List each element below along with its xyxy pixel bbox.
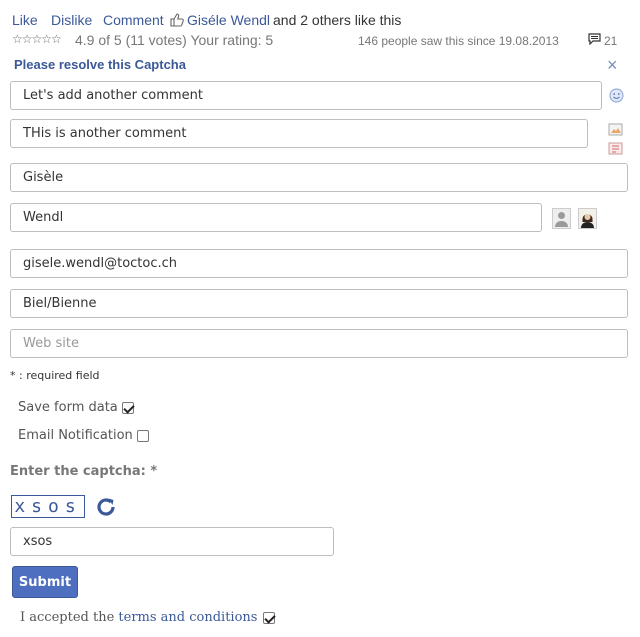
- captcha-answer-field[interactable]: xsos: [10, 527, 334, 556]
- thumbs-up-icon: [169, 12, 185, 28]
- smiley-icon[interactable]: [609, 88, 624, 103]
- comment-input-1-value: Let's add another comment: [23, 88, 203, 103]
- last-name-value: Wendl: [23, 210, 64, 225]
- required-field-note: * : required field: [10, 369, 100, 382]
- email-value: gisele.wendl@toctoc.ch: [23, 256, 178, 271]
- terms-checkbox[interactable]: [263, 611, 276, 624]
- last-name-field[interactable]: Wendl: [10, 203, 542, 232]
- email-notification-label: Email Notification: [18, 428, 133, 443]
- comment-input-2-value: THis is another comment: [23, 126, 187, 141]
- captcha-panel-title: Please resolve this Captcha: [14, 57, 186, 72]
- captcha-image-text: xsos: [14, 496, 82, 517]
- terms-link[interactable]: terms and conditions: [118, 610, 257, 625]
- comment-count: 21: [604, 34, 618, 48]
- like-link[interactable]: Like: [12, 12, 38, 28]
- website-field[interactable]: Web site: [10, 329, 628, 358]
- comment-bubble-icon: [588, 32, 601, 46]
- male-avatar-icon[interactable]: [552, 208, 571, 229]
- captcha-answer-value: xsos: [23, 534, 53, 549]
- email-field[interactable]: gisele.wendl@toctoc.ch: [10, 249, 628, 278]
- rating-summary: 4.9 of 5 (11 votes) Your rating: 5: [75, 32, 274, 48]
- submit-button[interactable]: Submit: [12, 566, 78, 598]
- views-text: 146 people saw this since 19.08.2013: [358, 34, 559, 48]
- first-name-value: Gisèle: [23, 170, 64, 185]
- save-form-checkbox[interactable]: [121, 401, 134, 414]
- website-placeholder: Web site: [23, 336, 79, 351]
- terms-row: I accepted the terms and conditions: [20, 610, 276, 625]
- first-name-field[interactable]: Gisèle: [10, 163, 628, 192]
- comment-input-2[interactable]: THis is another comment: [10, 119, 588, 148]
- save-form-row: Save form data: [18, 400, 134, 415]
- save-form-label: Save form data: [18, 400, 118, 415]
- location-value: Biel/Bienne: [23, 296, 97, 311]
- rating-stars[interactable]: ☆☆☆☆☆: [12, 32, 62, 46]
- comment-link[interactable]: Comment: [103, 12, 164, 28]
- close-icon[interactable]: ×: [607, 56, 618, 74]
- captcha-image: xsos: [11, 495, 85, 518]
- image-upload-icon[interactable]: [608, 123, 624, 137]
- pdf-upload-icon[interactable]: [608, 142, 624, 156]
- likes-summary: and 2 others like this: [273, 12, 402, 28]
- email-notification-row: Email Notification: [18, 428, 149, 443]
- liker-name-link[interactable]: Giséle Wendl: [187, 12, 270, 28]
- email-notification-checkbox[interactable]: [136, 429, 149, 442]
- terms-prefix: I accepted the: [20, 610, 115, 625]
- dislike-link[interactable]: Dislike: [51, 12, 92, 28]
- refresh-captcha-icon[interactable]: [94, 495, 118, 519]
- comment-input-1[interactable]: Let's add another comment: [10, 81, 602, 110]
- location-field[interactable]: Biel/Bienne: [10, 289, 628, 318]
- enter-captcha-label: Enter the captcha: *: [10, 464, 158, 479]
- female-avatar-icon[interactable]: [578, 208, 597, 229]
